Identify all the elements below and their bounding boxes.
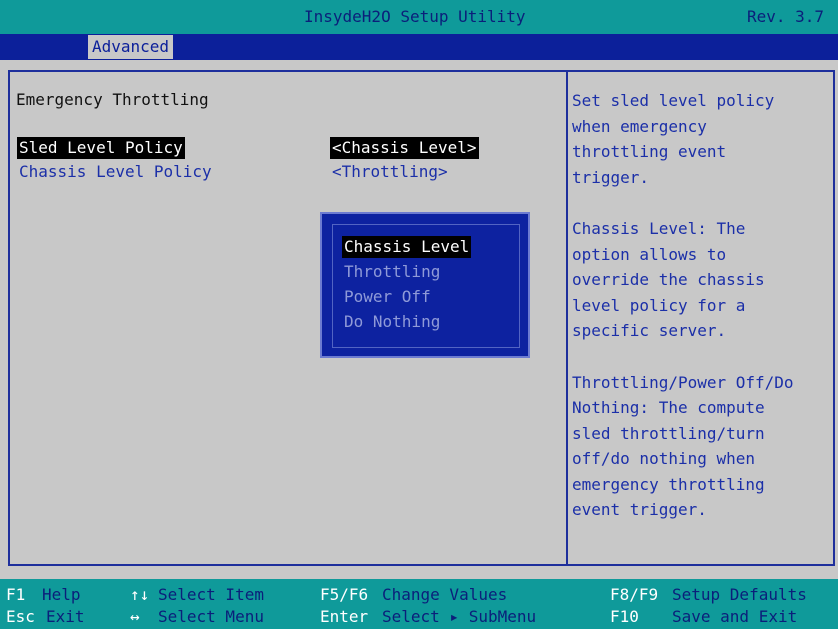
key-f1: F1 [6, 585, 26, 604]
option-chassis-level-policy-label[interactable]: Chassis Level Policy [17, 161, 214, 183]
key-esc-action: Exit [46, 607, 85, 626]
help-line: sled throttling/turn [572, 423, 765, 443]
help-line: Set sled level policy [572, 91, 775, 110]
option-popup: Chassis Level Throttling Power Off Do No… [320, 212, 530, 358]
help-line: off/do nothing when [572, 449, 756, 468]
key-up-down-action: Select Item [158, 585, 264, 604]
title-bar: InsydeH2O Setup Utility Rev. 3.7 [0, 0, 838, 34]
help-line: specific server. [572, 321, 727, 340]
menu-bar: Advanced [0, 34, 838, 60]
panel-divider [566, 72, 568, 564]
key-f5-f6: F5/F6 [320, 585, 369, 604]
popup-item-chassis-level[interactable]: Chassis Level [342, 236, 472, 258]
help-line: override the chassis [572, 270, 765, 289]
key-up-down: ↑↓ [130, 585, 150, 604]
key-enter: Enter [320, 607, 369, 626]
option-sled-level-policy-value[interactable]: <Chassis Level> [330, 137, 479, 159]
help-line: level policy for a [572, 295, 746, 315]
key-enter-action: Select ▸ SubMenu [382, 607, 537, 626]
help-line: option allows to [572, 244, 727, 264]
popup-item-throttling[interactable]: Throttling [342, 261, 442, 283]
tab-advanced[interactable]: Advanced [88, 35, 174, 59]
key-left-right-action: Select Menu [158, 607, 264, 626]
help-panel: Set sled level policy when emergency thr… [572, 88, 826, 549]
help-line: Nothing: The compute [572, 398, 765, 417]
key-help-bar: F1 Help ↑↓ Select Item F5/F6 Change Valu… [0, 579, 838, 629]
option-sled-level-policy-label[interactable]: Sled Level Policy [17, 137, 185, 159]
key-left-right: ↔ [130, 607, 140, 626]
key-f8-f9-action: Setup Defaults [672, 585, 807, 604]
help-line: Chassis Level: The [572, 219, 746, 238]
key-f10-action: Save and Exit [672, 607, 798, 626]
app-title: InsydeH2O Setup Utility [304, 7, 526, 26]
key-f10: F10 [610, 607, 639, 626]
revision-label: Rev. 3.7 [746, 7, 824, 26]
help-line: when emergency [572, 116, 707, 136]
section-title: Emergency Throttling [16, 90, 209, 109]
help-line: throttling event [572, 142, 727, 161]
popup-item-do-nothing[interactable]: Do Nothing [342, 311, 442, 333]
help-line: trigger. [572, 167, 650, 187]
help-line: emergency throttling [572, 474, 765, 494]
help-line: Throttling/Power Off/Do [572, 372, 794, 392]
popup-item-power-off[interactable]: Power Off [342, 286, 433, 308]
key-f1-action: Help [42, 585, 81, 604]
option-chassis-level-policy-value[interactable]: <Throttling> [330, 161, 450, 183]
key-f5-f6-action: Change Values [382, 585, 508, 604]
key-f8-f9: F8/F9 [610, 585, 659, 604]
help-line: event trigger. [572, 500, 707, 519]
key-esc: Esc [6, 607, 35, 626]
